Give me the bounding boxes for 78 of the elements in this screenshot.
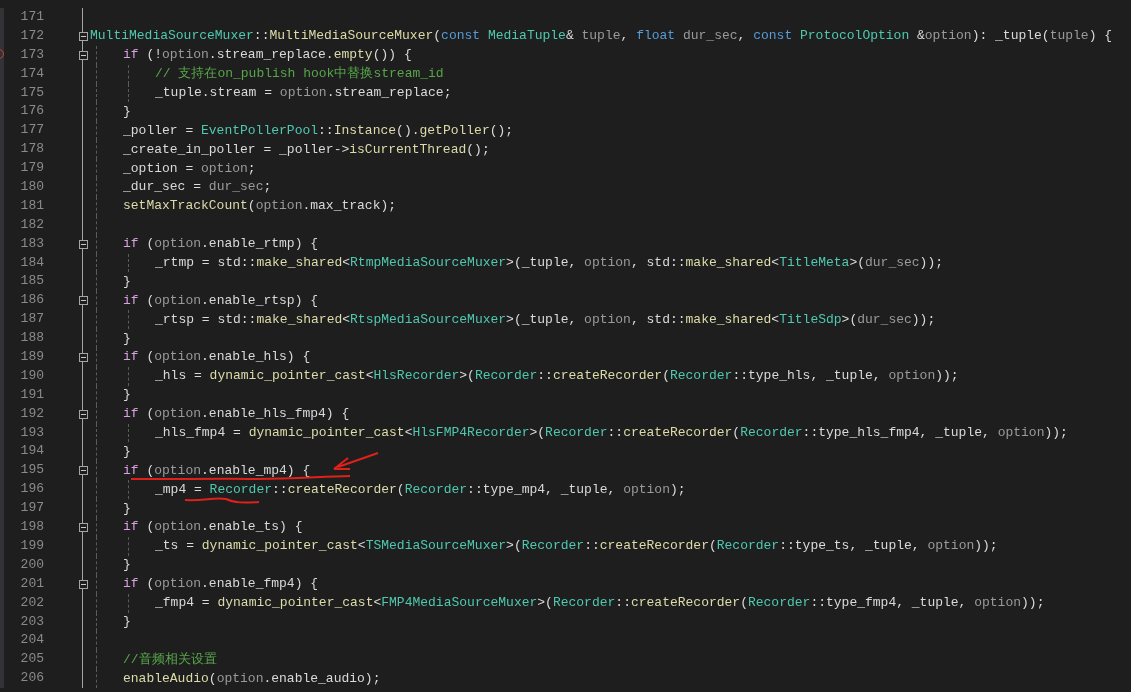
line-number: 199 bbox=[19, 536, 44, 555]
line-number: 182 bbox=[19, 215, 44, 234]
line-number: 191 bbox=[19, 385, 44, 404]
code-line: MultiMediaSourceMuxer::MultiMediaSourceMuxer(const MediaTuple& tuple, float dur_sec, const ProtocolOption &option): _tuple(tuple) { bbox=[90, 29, 1113, 44]
collapse-icon[interactable] bbox=[78, 31, 88, 41]
code-line: if (!option.stream_replace.empty()) { bbox=[123, 48, 412, 63]
code-line: } bbox=[123, 501, 131, 516]
code-line: _poller = EventPollerPool::Instance().getPoller(); bbox=[123, 123, 514, 138]
line-number: 181 bbox=[19, 196, 44, 215]
line-number: 185 bbox=[19, 272, 44, 291]
line-number: 193 bbox=[19, 423, 44, 442]
line-number: 186 bbox=[19, 291, 44, 310]
code-line: } bbox=[123, 104, 131, 119]
code-line: } bbox=[123, 444, 131, 459]
code-line: } bbox=[123, 274, 131, 289]
collapse-icon[interactable] bbox=[78, 239, 88, 249]
line-number: 195 bbox=[19, 461, 44, 480]
code-line: _option = option; bbox=[123, 161, 256, 176]
line-number: 194 bbox=[19, 442, 44, 461]
line-number: 205 bbox=[19, 650, 44, 669]
code-line: _tuple.stream = option.stream_replace; bbox=[155, 86, 452, 100]
collapse-icon[interactable] bbox=[78, 352, 88, 362]
line-number: 204 bbox=[19, 631, 44, 650]
code-line: _ts = dynamic_pointer_cast<TSMediaSourceMuxer>(Recorder::createRecorder(Recorder::type_ts, _tuple, option)); bbox=[155, 539, 998, 554]
code-line: _create_in_poller = _poller->isCurrentThread(); bbox=[123, 142, 490, 157]
line-number: 206 bbox=[19, 669, 44, 688]
line-number: 178 bbox=[19, 140, 44, 159]
line-number: 203 bbox=[19, 612, 44, 631]
line-number: 177 bbox=[19, 121, 44, 140]
line-number: 174 bbox=[19, 64, 44, 83]
code-line: } bbox=[123, 558, 131, 573]
collapse-icon[interactable] bbox=[78, 296, 88, 306]
collapse-icon[interactable] bbox=[78, 579, 88, 589]
code-line: } bbox=[123, 388, 131, 403]
line-number: 184 bbox=[19, 253, 44, 272]
code-line: _fmp4 = dynamic_pointer_cast<FMP4MediaSourceMuxer>(Recorder::createRecorder(Recorder::type_fmp4, _tuple, option)); bbox=[155, 596, 1045, 611]
line-number: 172 bbox=[19, 26, 44, 45]
line-number: 197 bbox=[19, 499, 44, 518]
code-line: if (option.enable_rtmp) { bbox=[123, 237, 319, 252]
line-number: 196 bbox=[19, 480, 44, 499]
code-line: // 支持在on_publish hook中替换stream_id bbox=[155, 67, 444, 82]
code-line: _hls = dynamic_pointer_cast<HlsRecorder>(Recorder::createRecorder(Recorder::type_hls, _tuple, option)); bbox=[155, 369, 959, 384]
line-number: 200 bbox=[19, 555, 44, 574]
code-line: } bbox=[123, 614, 131, 629]
line-number: 176 bbox=[19, 102, 44, 121]
line-number: 201 bbox=[19, 574, 44, 593]
code-line: _dur_sec = dur_sec; bbox=[123, 180, 272, 195]
line-number: 173 bbox=[19, 45, 44, 64]
code-line: enableAudio(option.enable_audio); bbox=[123, 671, 381, 686]
line-number: 179 bbox=[19, 159, 44, 178]
code-line: if (option.enable_fmp4) { bbox=[123, 577, 319, 592]
line-number: 171 bbox=[19, 8, 44, 26]
code-line: } bbox=[123, 331, 131, 346]
line-number: 188 bbox=[19, 329, 44, 348]
line-number: 175 bbox=[19, 83, 44, 102]
line-number: 189 bbox=[19, 348, 44, 367]
code-line: if (option.enable_rtsp) { bbox=[123, 293, 319, 308]
line-number: 202 bbox=[19, 593, 44, 612]
line-number: 192 bbox=[19, 404, 44, 423]
line-number: 198 bbox=[19, 518, 44, 537]
collapse-icon[interactable] bbox=[78, 409, 88, 419]
code-line: if (option.enable_hls) { bbox=[123, 350, 311, 365]
collapse-icon[interactable] bbox=[78, 50, 88, 60]
code-line: if (option.enable_ts) { bbox=[123, 520, 303, 535]
code-line: if (option.enable_mp4) { bbox=[123, 463, 311, 478]
code-line: _mp4 = Recorder::createRecorder(Recorder::type_mp4, _tuple, option); bbox=[155, 482, 686, 497]
collapse-icon[interactable] bbox=[78, 466, 88, 476]
code-line: _hls_fmp4 = dynamic_pointer_cast<HlsFMP4Recorder>(Recorder::createRecorder(Recorder::type_hls_fmp4, _tuple, option)); bbox=[155, 426, 1068, 441]
line-number: 183 bbox=[19, 234, 44, 253]
code-line: _rtmp = std::make_shared<RtmpMediaSourceMuxer>(_tuple, option, std::make_shared<TitleMeta>(dur_sec)); bbox=[155, 256, 943, 270]
collapse-icon[interactable] bbox=[78, 523, 88, 532]
code-line: if (option.enable_hls_fmp4) { bbox=[123, 407, 350, 422]
line-number: 180 bbox=[19, 178, 44, 196]
line-number: 190 bbox=[19, 366, 44, 385]
code-line: //音频相关设置 bbox=[123, 652, 217, 667]
code-line: _rtsp = std::make_shared<RtspMediaSourceMuxer>(_tuple, option, std::make_shared<TitleSdp>(dur_sec)); bbox=[155, 312, 936, 327]
line-number: 187 bbox=[19, 310, 44, 329]
code-line: setMaxTrackCount(option.max_track); bbox=[123, 199, 397, 214]
